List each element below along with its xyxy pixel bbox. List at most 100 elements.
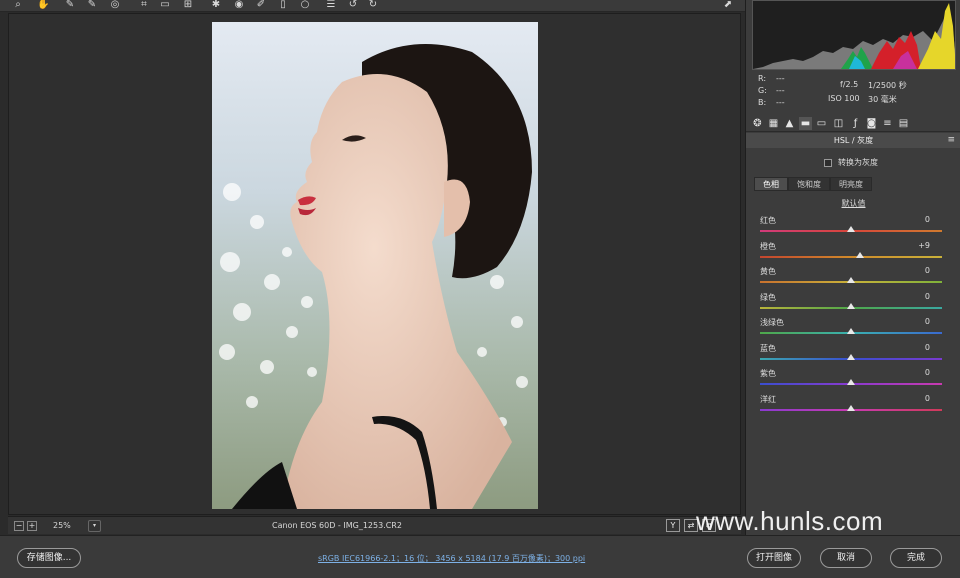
histogram xyxy=(752,0,956,70)
zoom-in-button[interactable]: + xyxy=(27,521,37,531)
hsl-tab-icon[interactable]: ▬ xyxy=(799,117,812,130)
lens-tab-icon[interactable]: ◫ xyxy=(832,117,845,130)
rotate-right-icon[interactable]: ↻ xyxy=(367,0,379,11)
preferences-icon[interactable]: ☰ xyxy=(325,0,337,11)
slider-value[interactable]: 0 xyxy=(900,266,930,275)
camera-readout: R: --- G: --- B: --- f/2.5 1/2500 秒 ISO … xyxy=(746,72,960,114)
transform-icon[interactable]: ⊞ xyxy=(182,0,194,11)
hsl-slider-row: 红色 0 xyxy=(760,215,944,241)
slider-track[interactable] xyxy=(760,255,942,258)
hand-icon[interactable]: ✋ xyxy=(37,0,49,11)
slider-thumb[interactable] xyxy=(847,226,855,232)
workflow-options-link[interactable]: sRGB IEC61966-2.1；16 位； 3456 x 5184 (17.… xyxy=(318,553,585,564)
zoom-out-button[interactable]: − xyxy=(14,521,24,531)
panel-tabs: ❂ ▦ ▲ ▬ ▭ ◫ ƒ ◙ ≡ ▤ xyxy=(746,116,960,132)
r-value: --- xyxy=(776,74,785,83)
slider-thumb[interactable] xyxy=(847,404,855,411)
focal-length-value: 30 毫米 xyxy=(868,95,897,104)
slider-value[interactable]: 0 xyxy=(900,394,930,403)
split-toning-tab-icon[interactable]: ▭ xyxy=(815,117,828,130)
white-balance-icon[interactable]: ✎ xyxy=(64,0,76,11)
done-button[interactable]: 完成 xyxy=(890,548,942,568)
hsl-slider-row: 紫色 0 xyxy=(760,368,944,394)
slider-value[interactable]: 0 xyxy=(900,215,930,224)
tab-hue[interactable]: 色相 xyxy=(754,177,788,191)
b-value: --- xyxy=(776,98,785,107)
hsl-slider-row: 蓝色 0 xyxy=(760,343,944,369)
slider-label: 紫色 xyxy=(760,369,776,378)
before-after-icon[interactable]: Y xyxy=(666,519,680,532)
canvas-status-bar: − + 25% ▾ Canon EOS 60D - IMG_1253.CR2 Y… xyxy=(8,516,741,534)
defaults-link[interactable]: 默认值 xyxy=(746,198,960,209)
cancel-button[interactable]: 取消 xyxy=(820,548,872,568)
portrait-photo xyxy=(212,22,538,509)
detail-tab-icon[interactable]: ▲ xyxy=(783,117,796,130)
file-info: Canon EOS 60D - IMG_1253.CR2 xyxy=(272,521,402,530)
save-image-button[interactable]: 存储图像... xyxy=(17,548,81,568)
hsl-slider-row: 绿色 0 xyxy=(760,292,944,318)
hsl-subtabs: 色相 饱和度 明亮度 xyxy=(754,177,960,191)
target-adjust-icon[interactable]: ◎ xyxy=(109,0,121,11)
convert-grayscale-option[interactable]: 转换为灰度 xyxy=(824,157,878,168)
zoom-dropdown[interactable]: ▾ xyxy=(88,520,101,532)
zoom-icon[interactable]: ⌕ xyxy=(12,0,24,11)
color-sampler-icon[interactable]: ✎ xyxy=(86,0,98,11)
rotate-left-icon[interactable]: ↺ xyxy=(347,0,359,11)
slider-label: 蓝色 xyxy=(760,343,776,353)
graduated-filter-icon[interactable]: ▯ xyxy=(277,0,289,11)
g-value: --- xyxy=(776,86,785,95)
preview-image[interactable] xyxy=(212,22,538,509)
slider-value[interactable]: 0 xyxy=(900,343,930,352)
slider-thumb[interactable] xyxy=(847,328,855,334)
tab-luminance[interactable]: 明亮度 xyxy=(830,177,872,191)
camera-calibration-tab-icon[interactable]: ◙ xyxy=(865,117,878,130)
crop-icon[interactable]: ⌗ xyxy=(138,0,150,11)
section-title-text: HSL / 灰度 xyxy=(833,136,874,145)
tone-curve-tab-icon[interactable]: ▦ xyxy=(767,117,780,130)
effects-tab-icon[interactable]: ƒ xyxy=(849,117,862,130)
fullscreen-icon[interactable]: ⬈ xyxy=(722,0,734,11)
slider-value[interactable]: +9 xyxy=(900,241,930,250)
watermark-text: www.hunls.com xyxy=(696,506,884,536)
b-label: B: xyxy=(758,98,767,107)
slider-thumb[interactable] xyxy=(847,277,855,283)
panel-menu-icon[interactable]: ≡ xyxy=(947,133,955,148)
basic-tab-icon[interactable]: ❂ xyxy=(751,117,764,130)
red-eye-icon[interactable]: ◉ xyxy=(233,0,245,11)
spot-removal-icon[interactable]: ✱ xyxy=(210,0,222,11)
slider-value[interactable]: 0 xyxy=(900,317,930,326)
hsl-slider-row: 黄色 0 xyxy=(760,266,944,292)
tab-saturation[interactable]: 饱和度 xyxy=(788,177,830,191)
straighten-icon[interactable]: ▭ xyxy=(159,0,171,11)
snapshots-tab-icon[interactable]: ▤ xyxy=(897,117,910,130)
adjustment-brush-icon[interactable]: ✐ xyxy=(255,0,267,11)
slider-thumb[interactable] xyxy=(847,379,855,385)
slider-label: 橙色 xyxy=(760,241,776,251)
r-label: R: xyxy=(758,74,767,83)
radial-filter-icon[interactable]: ○ xyxy=(299,0,311,11)
hsl-slider-row: 洋红 0 xyxy=(760,394,944,420)
histogram-graph xyxy=(753,3,955,69)
image-canvas[interactable] xyxy=(8,13,741,515)
shutter-value: 1/2500 秒 xyxy=(868,81,907,90)
slider-thumb[interactable] xyxy=(856,251,865,258)
slider-value[interactable]: 0 xyxy=(900,292,930,301)
slider-thumb[interactable] xyxy=(847,353,855,360)
toolbar: ⌕ ✋ ✎ ✎ ◎ ⌗ ▭ ⊞ ✱ ◉ ✐ ▯ ○ ☰ ↺ ↻ ⬈ xyxy=(0,0,745,12)
iso-value: ISO 100 xyxy=(828,94,860,103)
hsl-section-title: HSL / 灰度 ≡ xyxy=(746,133,960,148)
open-image-button[interactable]: 打开图像 xyxy=(747,548,801,568)
slider-label: 绿色 xyxy=(760,292,776,302)
slider-value[interactable]: 0 xyxy=(900,368,930,377)
slider-thumb[interactable] xyxy=(847,302,855,309)
hsl-slider-row: 橙色 +9 xyxy=(760,241,944,267)
presets-tab-icon[interactable]: ≡ xyxy=(881,117,894,130)
hsl-slider-row: 浅绿色 0 xyxy=(760,317,944,343)
slider-label: 黄色 xyxy=(760,267,776,276)
bottom-bar: 存储图像... sRGB IEC61966-2.1；16 位； 3456 x 5… xyxy=(0,535,960,578)
slider-label: 红色 xyxy=(760,216,776,225)
g-label: G: xyxy=(758,86,767,95)
convert-grayscale-checkbox[interactable] xyxy=(824,158,832,167)
zoom-level: 25% xyxy=(53,521,71,530)
slider-label: 洋红 xyxy=(760,394,776,404)
